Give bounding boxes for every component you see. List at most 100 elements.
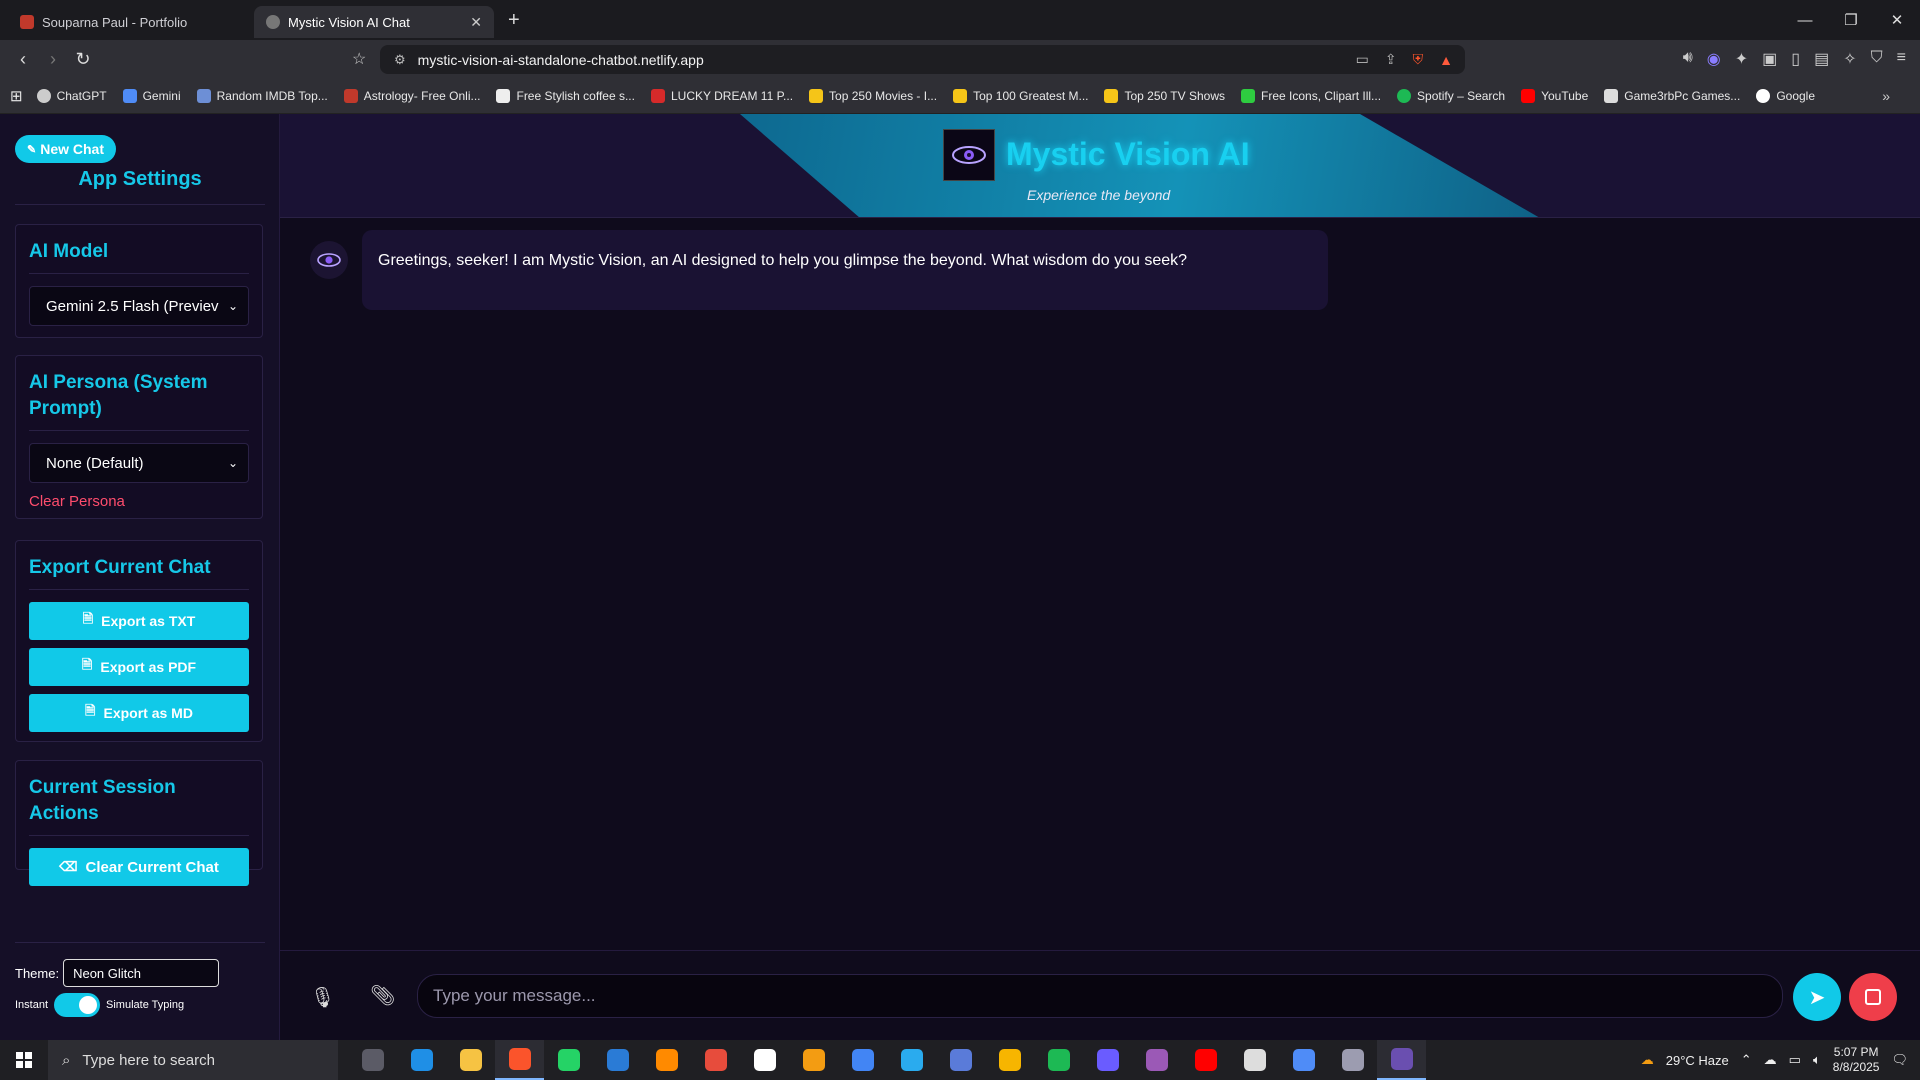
chevron-up-icon[interactable]: ⌃: [1741, 1052, 1752, 1068]
brave-shield-icon[interactable]: ⛨: [1413, 51, 1424, 68]
search-icon: ⌕: [62, 1051, 71, 1069]
export-md-button[interactable]: 🗎 Export as MD: [29, 694, 249, 732]
start-button[interactable]: [0, 1040, 48, 1080]
wallet-icon[interactable]: ▤: [1814, 49, 1829, 69]
bookmark-icon[interactable]: ☆: [352, 49, 366, 69]
notifications-icon[interactable]: 🗨︎: [1891, 1052, 1908, 1068]
taskbar-app-14[interactable]: [1034, 1040, 1083, 1080]
bookmark-lucky-dream[interactable]: LUCKY DREAM 11 P...: [650, 88, 793, 103]
gemini-icon: [122, 88, 137, 103]
new-tab-button[interactable]: +: [508, 9, 520, 32]
bookmark-imdb-random[interactable]: Random IMDB Top...: [196, 88, 328, 103]
tab-search-icon[interactable]: ▣: [1762, 49, 1777, 69]
taskbar-app-8[interactable]: [740, 1040, 789, 1080]
bookmark-spotify[interactable]: Spotify – Search: [1397, 88, 1505, 103]
restore-icon[interactable]: ❐: [1828, 0, 1874, 40]
taskbar-app-7[interactable]: [691, 1040, 740, 1080]
paper-plane-icon: ➤: [1808, 986, 1826, 1009]
puzzle-icon[interactable]: ✦: [1735, 49, 1748, 69]
taskbar-app-17[interactable]: [1181, 1040, 1230, 1080]
taskbar-app-0[interactable]: [348, 1040, 397, 1080]
spotify-icon: [1397, 88, 1412, 103]
clock-time: 5:07 PM: [1833, 1045, 1879, 1059]
apps-grid-icon[interactable]: ⊞: [10, 87, 23, 105]
taskbar-app-11[interactable]: [887, 1040, 936, 1080]
forward-icon[interactable]: ›: [38, 49, 68, 70]
bookmark-astrology[interactable]: Astrology- Free Onli...: [343, 88, 480, 103]
stop-button[interactable]: [1849, 973, 1897, 1021]
ai-model-select[interactable]: Gemini 2.5 Flash (Previev ⌄: [29, 286, 249, 326]
export-pdf-button[interactable]: 🗎 Export as PDF: [29, 648, 249, 686]
app-icon: [1145, 1049, 1168, 1071]
volume-icon[interactable]: 🔈︎: [1813, 1052, 1821, 1068]
back-icon[interactable]: ‹: [8, 49, 38, 70]
export-txt-button[interactable]: 🗎 Export as TXT: [29, 602, 249, 640]
typing-mode-toggle[interactable]: [54, 993, 101, 1017]
app-icon: [998, 1049, 1021, 1071]
taskbar-app-18[interactable]: [1230, 1040, 1279, 1080]
bookmark-youtube[interactable]: YouTube: [1521, 88, 1588, 103]
taskbar-app-1[interactable]: [397, 1040, 446, 1080]
persona-select[interactable]: None (Default) ⌄: [29, 443, 249, 483]
taskbar-app-10[interactable]: [838, 1040, 887, 1080]
taskbar-app-21[interactable]: [1377, 1040, 1426, 1080]
taskbar-app-19[interactable]: [1279, 1040, 1328, 1080]
taskbar-app-3[interactable]: [495, 1040, 544, 1080]
taskbar-app-2[interactable]: [446, 1040, 495, 1080]
leo-ai-icon[interactable]: ✧: [1843, 49, 1856, 69]
close-tab-icon[interactable]: ✕: [470, 14, 482, 31]
bookmark-top250-movies[interactable]: Top 250 Movies - I...: [809, 88, 937, 103]
paperclip-icon[interactable]: 📎︎: [370, 983, 395, 1008]
cast-icon[interactable]: ▭: [1356, 51, 1369, 68]
bookmark-game3rb[interactable]: Game3rbPc Games...: [1604, 88, 1740, 103]
speaker-icon[interactable]: 🔊︎: [1683, 49, 1693, 69]
taskbar-app-4[interactable]: [544, 1040, 593, 1080]
message-input[interactable]: Type your message...: [417, 974, 1783, 1018]
instant-label: Instant: [15, 999, 49, 1011]
taskbar-app-9[interactable]: [789, 1040, 838, 1080]
vpn-icon[interactable]: ⛉: [1871, 49, 1883, 69]
close-window-icon[interactable]: ✕: [1874, 0, 1920, 40]
taskbar-app-12[interactable]: [936, 1040, 985, 1080]
clear-persona-link[interactable]: Clear Persona: [16, 483, 262, 522]
bookmark-google[interactable]: Google: [1756, 88, 1815, 103]
taskbar-app-15[interactable]: [1083, 1040, 1132, 1080]
site-settings-icon[interactable]: ⚙: [394, 52, 406, 68]
send-button[interactable]: ➤: [1793, 973, 1841, 1021]
network-icon[interactable]: ▭: [1789, 1052, 1801, 1068]
app-icon: [1390, 1048, 1413, 1070]
bookmark-coffee[interactable]: Free Stylish coffee s...: [496, 88, 635, 103]
taskbar-app-13[interactable]: [985, 1040, 1034, 1080]
new-chat-button[interactable]: ✎ New Chat: [15, 135, 117, 163]
microphone-icon[interactable]: 🎙︎: [310, 985, 335, 1010]
taskbar-app-6[interactable]: [642, 1040, 691, 1080]
theme-input[interactable]: Neon Glitch: [63, 959, 220, 987]
bookmark-chatgpt[interactable]: ChatGPT: [36, 88, 107, 103]
minimize-icon[interactable]: —: [1782, 0, 1828, 40]
menu-icon[interactable]: ≡: [1897, 49, 1906, 69]
theme-value: Neon Glitch: [73, 965, 141, 981]
more-bookmarks-icon[interactable]: »: [1882, 88, 1890, 104]
app-settings-title: App Settings: [78, 168, 202, 190]
export-heading: Export Current Chat: [29, 557, 211, 578]
share-icon[interactable]: ⇪: [1385, 51, 1397, 68]
onedrive-icon[interactable]: ☁: [1764, 1052, 1777, 1068]
taskbar-app-20[interactable]: [1328, 1040, 1377, 1080]
eye-extension-icon[interactable]: ◉: [1707, 49, 1721, 69]
bookmark-free-icons[interactable]: Free Icons, Clipart Ill...: [1241, 88, 1381, 103]
clear-current-chat-button[interactable]: ⌫ Clear Current Chat: [29, 848, 249, 886]
taskbar-app-16[interactable]: [1132, 1040, 1181, 1080]
brave-rewards-icon[interactable]: ▲: [1439, 52, 1453, 68]
url-field[interactable]: ⚙ mystic-vision-ai-standalone-chatbot.ne…: [380, 45, 1465, 74]
tab-portfolio[interactable]: Souparna Paul - Portfolio: [8, 6, 248, 38]
bookmark-gemini[interactable]: Gemini: [122, 88, 181, 103]
tab-mystic-vision[interactable]: Mystic Vision AI Chat ✕: [254, 6, 494, 38]
taskbar-search[interactable]: ⌕ Type here to search: [48, 1040, 338, 1080]
sidebar-toggle-icon[interactable]: ▯: [1791, 49, 1800, 69]
clock[interactable]: 5:07 PM 8/8/2025: [1833, 1045, 1880, 1075]
bookmark-top250-tv[interactable]: Top 250 TV Shows: [1104, 88, 1225, 103]
reload-icon[interactable]: ↻: [68, 49, 98, 70]
bookmark-top100[interactable]: Top 100 Greatest M...: [953, 88, 1088, 103]
weather-text[interactable]: 29°C Haze: [1666, 1053, 1729, 1068]
taskbar-app-5[interactable]: [593, 1040, 642, 1080]
